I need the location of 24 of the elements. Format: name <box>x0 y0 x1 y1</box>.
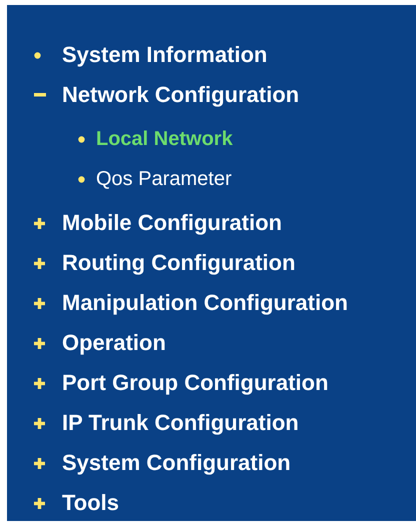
plus-icon[interactable] <box>34 338 45 348</box>
menu-item[interactable]: Tools <box>62 490 120 516</box>
menu-item[interactable]: IP Trunk Configuration <box>62 410 299 436</box>
menu-item[interactable]: Network Configuration <box>62 82 300 108</box>
bullet-icon <box>78 136 85 142</box>
bullet-icon <box>34 52 41 58</box>
menu-item[interactable]: Manipulation Configuration <box>62 290 348 316</box>
plus-icon[interactable] <box>34 298 45 308</box>
submenu-item[interactable]: Qos Parameter <box>96 168 232 190</box>
minus-icon[interactable] <box>34 93 46 97</box>
menu-item[interactable]: Operation <box>62 330 166 356</box>
bullet-icon <box>78 176 85 182</box>
menu-item[interactable]: System Information <box>62 42 268 68</box>
menu-item[interactable]: Port Group Configuration <box>62 370 328 396</box>
menu-item[interactable]: Routing Configuration <box>62 250 296 276</box>
menu-item[interactable]: Mobile Configuration <box>62 210 282 236</box>
menu-item[interactable]: System Configuration <box>62 450 291 476</box>
plus-icon[interactable] <box>34 258 45 268</box>
plus-icon[interactable] <box>34 498 45 508</box>
plus-icon[interactable] <box>34 458 45 468</box>
plus-icon[interactable] <box>34 418 45 428</box>
submenu-item[interactable]: Local Network <box>96 128 233 150</box>
plus-icon[interactable] <box>34 218 45 228</box>
plus-icon[interactable] <box>34 378 45 388</box>
